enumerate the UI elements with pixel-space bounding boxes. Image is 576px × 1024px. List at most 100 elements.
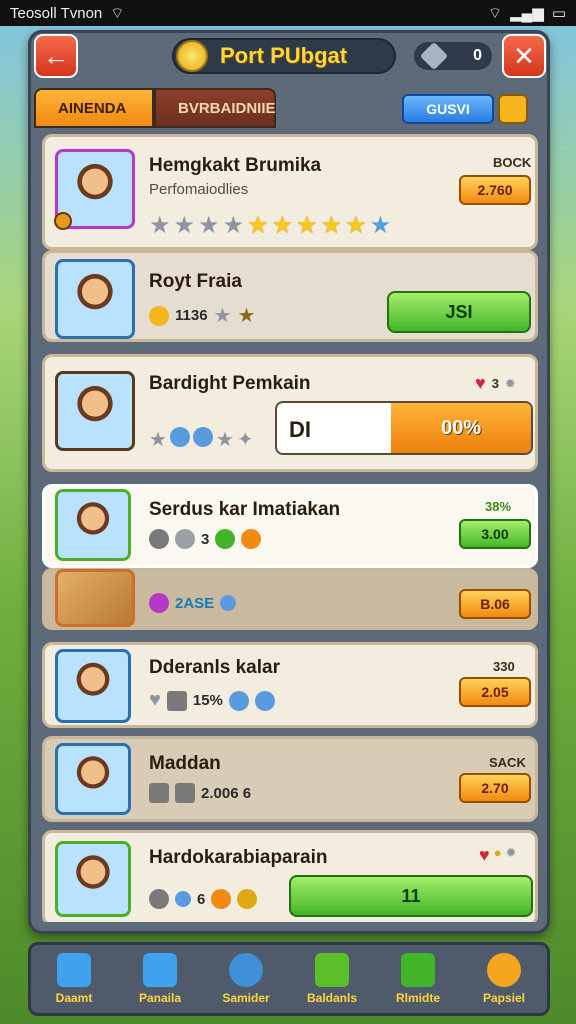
spike-icon: ✦ bbox=[236, 429, 254, 451]
status-icons: ⌔ ▂▄▆ ▭ bbox=[488, 4, 566, 23]
item-corner-label: ♥ 3 ✹ bbox=[475, 373, 516, 394]
crown-icon bbox=[149, 305, 169, 326]
cart-button[interactable] bbox=[498, 94, 528, 124]
price-button[interactable]: B.06 bbox=[459, 589, 531, 619]
shield-icon bbox=[149, 889, 169, 909]
stat-value: 6 bbox=[197, 890, 206, 908]
item-name: Hemgkakt Brumika bbox=[149, 155, 322, 176]
item-corner-icons: ♥ ● ✹ bbox=[479, 845, 516, 866]
list-item[interactable]: Hardokarabiaparain ♥ ● ✹ 6 11 bbox=[42, 830, 538, 922]
gear-icon: ✹ bbox=[504, 375, 516, 391]
item-list[interactable]: Hemgkakt Brumika Perfomaiodlies BOCK 2.7… bbox=[34, 132, 546, 922]
avatar bbox=[55, 489, 131, 561]
avatar bbox=[55, 649, 131, 723]
tab-bvrbaidniie[interactable]: BVRBAIDNIIE bbox=[154, 88, 276, 128]
coin-badge-icon bbox=[254, 690, 275, 711]
stat-value: 3 bbox=[201, 530, 210, 548]
nav-item-home[interactable]: Daamt bbox=[31, 945, 117, 1013]
box-icon bbox=[175, 783, 195, 803]
progress-bar: DI 00% bbox=[275, 401, 533, 455]
price-button[interactable]: 2.05 bbox=[459, 677, 531, 707]
heart-icon: ♥ bbox=[479, 845, 490, 865]
star-icon: ★ bbox=[213, 305, 232, 327]
tab-bar: AINENDA BVRBAIDNIIE bbox=[34, 88, 276, 128]
gem-counter: 0 bbox=[414, 41, 492, 71]
close-button[interactable]: ✕ bbox=[502, 34, 546, 78]
gear-icon bbox=[229, 953, 263, 987]
page-title: Port PUbgat bbox=[220, 43, 348, 68]
title-bar: Port PUbgat bbox=[172, 38, 396, 74]
list-item[interactable]: Maddan SACK 2.006 6 2.70 bbox=[42, 736, 538, 822]
coin-icon bbox=[237, 889, 258, 909]
list-item[interactable]: Bardight Pemkain ♥ 3 ✹ ★ ★ ✦ DI 00% bbox=[42, 354, 538, 472]
nav-label: Rlmidte bbox=[395, 991, 440, 1005]
list-item[interactable]: Royt Fraia 1136 ★ ★ JSI bbox=[42, 250, 538, 342]
avatar bbox=[55, 841, 131, 917]
shield-icon bbox=[149, 529, 169, 549]
bottom-nav: Daamt Panaila Samider Baldanls Rlmidte P… bbox=[28, 942, 550, 1016]
home-icon bbox=[57, 953, 91, 987]
avatar bbox=[54, 149, 135, 230]
buy-button[interactable]: 11 bbox=[289, 875, 533, 917]
list-item[interactable]: 2ASE B.06 bbox=[42, 568, 538, 630]
wifi-icon: ⌔ bbox=[488, 4, 503, 22]
nav-item-shop[interactable]: Panaila bbox=[117, 945, 203, 1013]
item-name: Maddan bbox=[149, 753, 221, 774]
shield-icon bbox=[175, 529, 195, 549]
progress-label: DI bbox=[289, 417, 311, 442]
coin-badge-icon bbox=[175, 891, 191, 907]
progress-value: 00% bbox=[441, 416, 482, 439]
save-button[interactable]: GUSVI bbox=[402, 94, 494, 124]
nav-label: Baldanls bbox=[306, 991, 357, 1005]
nav-label: Samider bbox=[222, 991, 270, 1005]
nav-label: Panaila bbox=[138, 991, 182, 1005]
nav-item-profile[interactable]: Papsiel bbox=[461, 945, 547, 1013]
stat-row: 2ASE bbox=[149, 593, 237, 613]
tab-ainenda[interactable]: AINENDA bbox=[34, 88, 154, 128]
list-item[interactable]: Hemgkakt Brumika Perfomaiodlies BOCK 2.7… bbox=[42, 134, 538, 250]
shop-icon bbox=[143, 953, 177, 987]
buy-button[interactable]: JSI bbox=[387, 291, 531, 333]
stat-value: 2ASE bbox=[175, 594, 215, 612]
star-icon: ★ bbox=[271, 212, 294, 239]
fire-icon bbox=[211, 889, 232, 909]
quest-icon bbox=[401, 953, 435, 987]
star-icon: ★ bbox=[149, 212, 171, 239]
nav-item-build[interactable]: Baldanls bbox=[289, 945, 375, 1013]
coin-badge-icon bbox=[169, 427, 190, 447]
star-icon: ★ bbox=[222, 212, 245, 239]
badge-row: ★ ★ ✦ bbox=[149, 427, 254, 452]
nav-item-quests[interactable]: Rlmidte bbox=[375, 945, 461, 1013]
nav-label: Papsiel bbox=[482, 991, 526, 1005]
price-button[interactable]: 2.760 bbox=[459, 175, 531, 205]
item-corner-value: 3 bbox=[491, 376, 499, 391]
coin-badge-icon bbox=[220, 595, 237, 611]
star-icon: ★ bbox=[173, 212, 196, 239]
nav-item-settings[interactable]: Samider bbox=[203, 945, 289, 1013]
avatar bbox=[55, 569, 135, 627]
item-corner-label: SACK bbox=[489, 755, 526, 770]
stat-row: 6 bbox=[149, 889, 258, 909]
gem-count: 0 bbox=[473, 47, 482, 64]
wifi-icon: ⌔ bbox=[110, 4, 125, 22]
stat-row: 3 bbox=[149, 529, 262, 549]
progress-fill: 00% bbox=[391, 403, 531, 453]
star-icon: ★ bbox=[296, 212, 318, 239]
status-bar: Teosoll Tvnon ⌔ ⌔ ▂▄▆ ▭ bbox=[0, 0, 576, 26]
star-icon: ★ bbox=[237, 305, 256, 327]
arrow-left-icon: ← bbox=[43, 40, 69, 71]
coin-icon bbox=[176, 40, 208, 72]
item-name: Dderanls kalar bbox=[149, 657, 280, 678]
star-icon: ★ bbox=[149, 429, 167, 451]
battery-icon: ▭ bbox=[551, 5, 566, 22]
stat-value: 15% bbox=[192, 692, 223, 709]
close-icon: ✕ bbox=[513, 40, 535, 71]
list-item[interactable]: Dderanls kalar 330 ♥ 15% 2.05 bbox=[42, 642, 538, 728]
star-icon: ★ bbox=[215, 429, 234, 451]
back-button[interactable]: ← bbox=[34, 34, 78, 78]
price-button[interactable]: 2.70 bbox=[459, 773, 531, 803]
list-item[interactable]: Serdus kar Imatiakan 38% 3 3.00 bbox=[42, 484, 538, 568]
stat-row: 2.006 6 bbox=[149, 783, 251, 803]
heart-icon: ♥ bbox=[149, 689, 161, 711]
price-button[interactable]: 3.00 bbox=[459, 519, 531, 549]
